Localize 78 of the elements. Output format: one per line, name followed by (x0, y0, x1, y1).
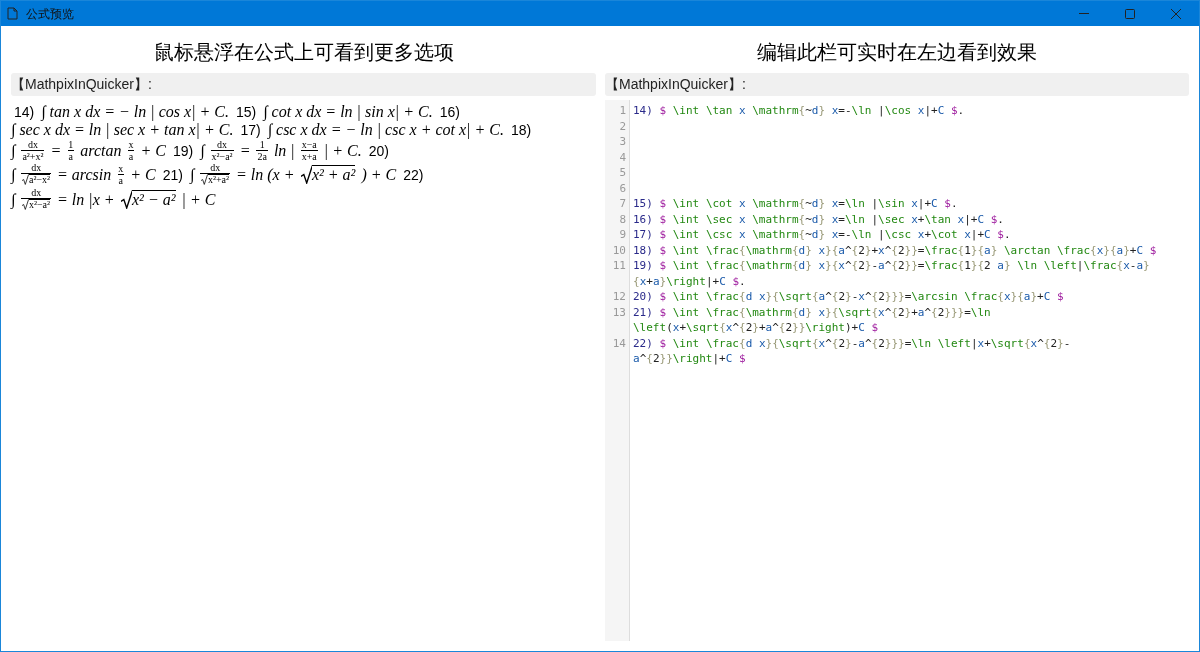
radical-sign-icon (300, 165, 312, 184)
math-expression: x² − a² (132, 190, 176, 209)
formula-number: 15) (236, 103, 257, 121)
math-expression: ∫ (11, 165, 16, 184)
math-expression: ∫ (11, 190, 16, 209)
panel-heading: 编辑此栏可实时在左边看到效果 (756, 40, 1038, 65)
radical-sign-icon (120, 190, 132, 209)
math-fraction: dx x²−a² (21, 187, 52, 212)
panel-heading: 鼠标悬浮在公式上可看到更多选项 (152, 40, 455, 65)
radical-sign-icon (201, 174, 208, 185)
math-expression: ∫ csc x dx = − ln | csc x + cot x| + C. (267, 121, 504, 139)
line-number: 7 (619, 197, 626, 210)
code-line: 14) $ \int \tan x \mathrm{~d} x=-\ln |\cos x|+C $. (633, 103, 965, 119)
line-number: 4 (619, 150, 626, 164)
line-number: 2 (619, 119, 626, 133)
math-expression: = ln |x + (57, 190, 115, 209)
radical-sign-icon (22, 199, 29, 210)
math-expression: ) + C (361, 165, 397, 184)
math-expression: = (50, 141, 62, 160)
code-line: {x+a}\right|+C $. (633, 273, 746, 289)
line-number: 9 (619, 228, 626, 241)
math-expression: ∫ (189, 165, 195, 184)
math-expression: + C (130, 165, 156, 184)
math-expression: = ln (x + (236, 165, 295, 184)
line-number: 11 (612, 259, 626, 272)
code-line: 20) $ \int \frac{d x}{\sqrt{a^{2}-x^{2}}}=\arcsin \frac{x}{a}+C $ (633, 289, 1064, 305)
formula-number: 17) (240, 121, 261, 139)
code-line: 15) $ \int \cot x \mathrm{~d} x=\ln |\sin x|+C $. (633, 196, 958, 212)
math-fraction: 1 2a (256, 139, 268, 162)
math-expression: + C (140, 141, 166, 160)
math-expression: = (239, 141, 251, 160)
document-icon (7, 7, 18, 20)
line-number: 5 (619, 166, 626, 179)
math-expression: x² + a² (311, 165, 356, 184)
code-line: a^{2}}\right|+C $ (633, 351, 746, 367)
source-label: 【MathpixInQuicker】: (605, 73, 1189, 96)
formula-number: 16) (439, 103, 460, 121)
code-line: 22) $ \int \frac{d x}{\sqrt{x^{2}-a^{2}}}=\ln \left|x+\sqrt{x^{2}- (633, 335, 1071, 351)
math-fraction: dx x²+a² (200, 162, 231, 187)
math-expression: ∫ sec x dx = ln | sec x + tan x| + C. (11, 121, 234, 139)
line-number: 1 (619, 104, 626, 117)
line-number: 14 (612, 336, 626, 350)
window-title: 公式预览 (26, 5, 74, 23)
math-expression: ln | (273, 141, 295, 160)
math-expression: ∫ (11, 141, 16, 160)
maximize-icon (1125, 8, 1135, 19)
line-number: 3 (619, 135, 626, 148)
formula-number: 19) (172, 141, 194, 160)
code-line: \left(x+\sqrt{x^{2}+a^{2}}\right)+C $ (633, 320, 879, 336)
formula-number: 14) (14, 103, 35, 121)
code-line: 16) $ \int \sec x \mathrm{~d} x=\ln |\sec x+\tan x|+C $. (633, 211, 1004, 227)
code-line: 21) $ \int \frac{\mathrm{d} x}{\sqrt{x^{2}+a^{2}}}=\ln (633, 304, 991, 320)
formula-number: 20) (368, 141, 389, 160)
formula-number: 18) (510, 121, 532, 139)
math-expression: ∫ cot x dx = ln | sin x| + C. (263, 103, 433, 121)
code-line: 19) $ \int \frac{\mathrm{d} x}{x^{2}-a^{2}}=\frac{1}{2 a} \ln \left|\frac{x-a} (633, 258, 1150, 274)
math-expression: | + C (181, 190, 216, 209)
source-label: 【MathpixInQuicker】: (11, 73, 596, 96)
math-expression: = arcsin (57, 165, 112, 184)
math-fraction: 1 a (67, 139, 75, 162)
math-expression: | + C. (323, 141, 362, 160)
line-number: 13 (612, 305, 626, 319)
code-line: 18) $ \int \frac{\mathrm{d} x}{a^{2}+x^{2}}=\frac{1}{a} \arctan \frac{x}{a}+C $ (633, 242, 1157, 258)
math-fraction: x a (117, 163, 125, 186)
line-number: 10 (612, 243, 626, 257)
math-fraction: x−a x+a (300, 139, 318, 162)
line-number: 8 (619, 212, 626, 226)
formula-number: 22) (403, 165, 424, 184)
math-expression: ∫ (200, 141, 205, 160)
formula-number: 21) (162, 165, 183, 184)
math-expression: ∫ tan x dx = − ln | cos x| + C. (41, 103, 229, 121)
close-icon (1171, 8, 1181, 19)
code-line: 17) $ \int \csc x \mathrm{~d} x=-\ln |\csc x+\cot x|+C $. (633, 227, 1011, 243)
line-number: 6 (619, 181, 626, 195)
math-expression: arctan (80, 141, 122, 160)
line-number: 12 (612, 290, 626, 303)
minimize-icon (1079, 13, 1089, 14)
radical-sign-icon (22, 174, 29, 185)
